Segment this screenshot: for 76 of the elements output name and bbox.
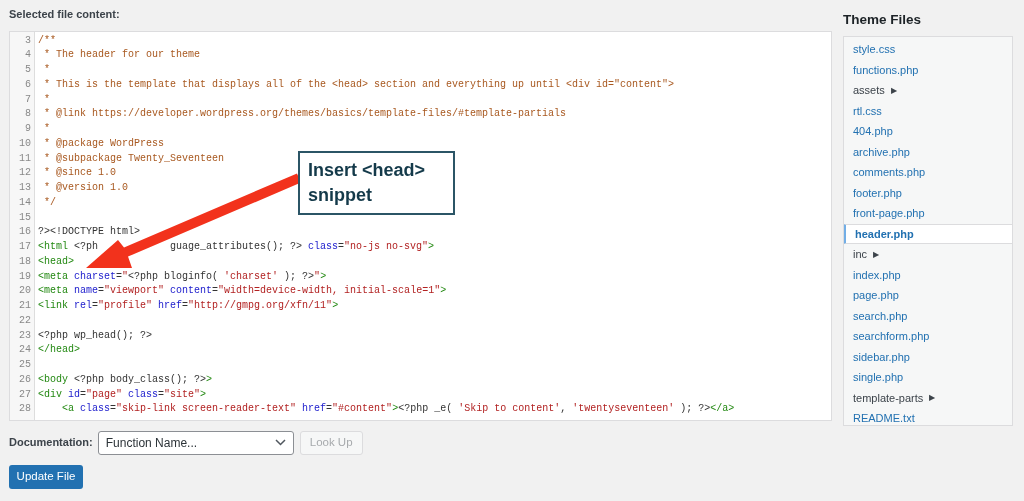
folder-item[interactable]: inc ▶ — [844, 244, 880, 265]
line-number: 11 — [19, 151, 31, 166]
annotation-callout: Insert <head> snippet — [298, 151, 455, 215]
code-line: <a class="skip-link screen-reader-text" href="#content"><?php _e( 'Skip to content', 'twentyseventeen' ); ?></a> — [61, 403, 735, 415]
line-number: 15 — [19, 210, 31, 225]
sidebar-title: Theme Files — [843, 11, 922, 29]
line-number: 20 — [19, 284, 31, 299]
file-link[interactable]: page.php — [844, 285, 1012, 306]
function-select[interactable]: Function Name... — [97, 430, 294, 455]
file-link[interactable]: comments.php — [844, 162, 1012, 183]
code-line: * — [43, 123, 50, 134]
code-line: * This is the template that displays all of the <head> section and everything up until <div id="content"> — [43, 78, 675, 90]
folder-item[interactable]: template-parts ▶ — [844, 387, 936, 409]
file-link[interactable]: sidebar.php — [844, 346, 1012, 368]
line-number: 14 — [19, 195, 31, 210]
folder-item[interactable]: assets ▶ — [844, 80, 897, 101]
code-line: <div id="page" class="site"> — [38, 388, 207, 400]
file-link[interactable]: header.php — [844, 223, 1012, 245]
line-number: 24 — [19, 343, 31, 358]
line-number: 5 — [25, 63, 31, 77]
line-number: 26 — [19, 372, 31, 387]
code-line: <link rel="profile" href="http://gmpg.org/xfn/11"> — [38, 300, 339, 311]
code-line: </head> — [38, 344, 80, 356]
code-line: <head> — [38, 255, 74, 267]
code-line: */ — [43, 196, 56, 208]
file-link[interactable]: README.txt — [844, 408, 1012, 426]
code-line: <body <?php body_class(); ?>> — [38, 373, 213, 385]
code-editor[interactable] — [9, 30, 832, 421]
line-number: 9 — [25, 122, 31, 136]
code-line: * The header for our theme — [43, 49, 201, 61]
line-number: 28 — [19, 402, 31, 417]
file-link[interactable]: rtl.css — [844, 100, 1012, 122]
code-line: * @since 1.0 — [43, 167, 116, 179]
chevron-down-icon — [274, 439, 286, 446]
code-line: * @subpackage Twenty_Seventeen — [43, 152, 225, 164]
code-line: * @version 1.0 — [43, 182, 128, 193]
line-number: 13 — [19, 181, 31, 195]
documentation-label: Documentation: — [9, 435, 93, 451]
code-line: <html <?ph guage_attributes(); ?> class="no-js no-svg"> — [38, 241, 435, 252]
line-number: 18 — [19, 254, 31, 269]
code-line: * @link https://developer.wordpress.org/themes/basics/template-files/#template-partials — [43, 108, 567, 120]
update-file-button[interactable]: Update File — [9, 464, 83, 489]
line-number: 7 — [25, 92, 31, 107]
line-number: 8 — [25, 107, 31, 122]
editor-label: Selected file content: — [9, 7, 120, 22]
line-number: 3 — [25, 33, 31, 48]
file-link[interactable]: archive.php — [844, 141, 1012, 163]
line-number: 27 — [19, 387, 31, 402]
file-link[interactable]: functions.php — [844, 59, 1012, 81]
file-link[interactable]: single.php — [844, 367, 1012, 388]
code-line: <meta name="viewport" content="width=device-width, initial-scale=1"> — [38, 285, 447, 297]
line-number: 21 — [19, 299, 31, 313]
file-link[interactable]: index.php — [844, 264, 1012, 286]
code-line: <meta charset="<?php bloginfo( 'charset' ); ?>"> — [38, 270, 327, 282]
line-number: 25 — [19, 358, 31, 372]
code-line: * — [43, 93, 50, 105]
file-link[interactable]: front-page.php — [844, 203, 1012, 224]
line-number: 6 — [25, 77, 31, 92]
line-number: 22 — [19, 313, 31, 328]
file-link[interactable]: footer.php — [844, 182, 1012, 204]
code-line: ?><!DOCTYPE html> — [38, 226, 141, 238]
line-number: 23 — [19, 328, 31, 343]
file-link[interactable]: 404.php — [844, 121, 1012, 142]
code-line: * @package WordPress — [43, 137, 165, 149]
line-number: 12 — [19, 166, 31, 181]
line-number: 10 — [19, 136, 31, 151]
line-number: 4 — [25, 48, 31, 63]
code-line: /** — [38, 34, 56, 46]
file-link[interactable]: style.css — [844, 39, 1012, 60]
code-line: <?php wp_head(); ?> — [38, 329, 153, 341]
code-line: * — [43, 64, 50, 75]
file-link[interactable]: search.php — [844, 305, 1012, 327]
line-number: 16 — [19, 225, 31, 240]
file-link[interactable]: searchform.php — [844, 326, 1012, 347]
line-number: 17 — [19, 240, 31, 254]
line-number: 19 — [19, 269, 31, 284]
